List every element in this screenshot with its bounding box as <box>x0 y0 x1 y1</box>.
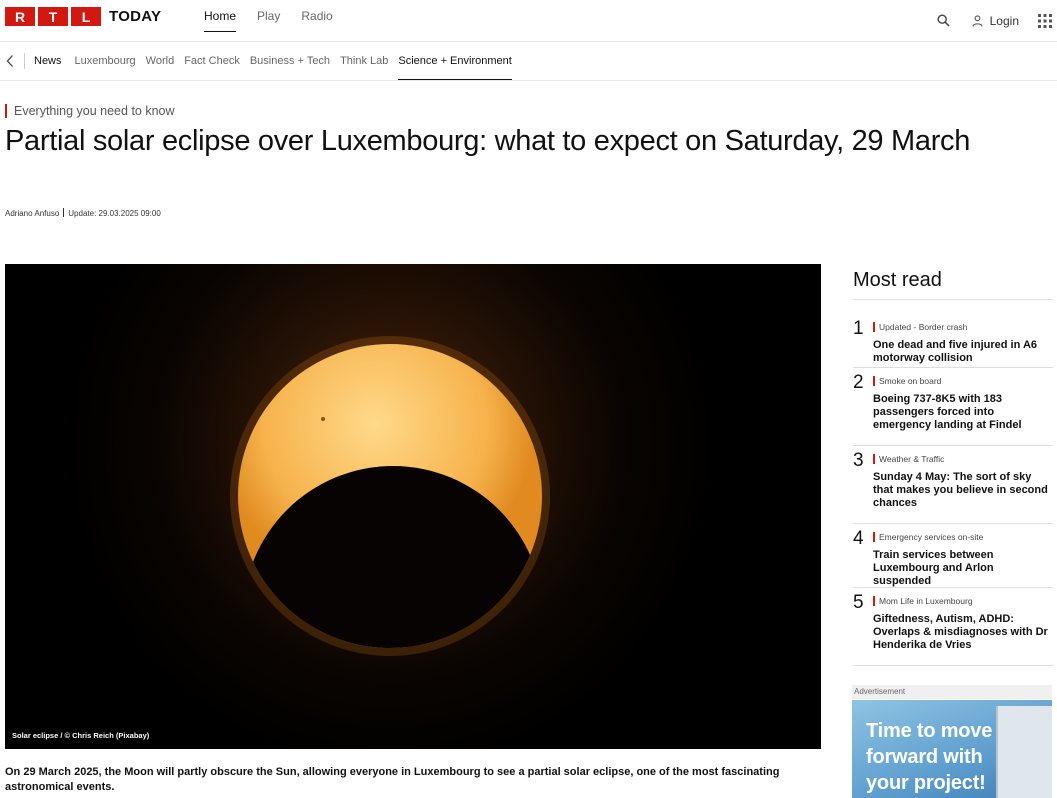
most-read-panel: Most read 1 Updated - Border crash One d… <box>853 269 1053 666</box>
logo-text: TODAY <box>109 8 162 25</box>
item-tag: Updated - Border crash <box>873 322 967 332</box>
article-lead: On 29 March 2025, the Moon will partly o… <box>5 766 780 793</box>
most-read-item[interactable]: 2 Smoke on board Boeing 737-8K5 with 183… <box>853 368 1053 446</box>
eclipse-photo <box>5 264 821 749</box>
item-title[interactable]: Boeing 737-8K5 with 183 passengers force… <box>873 393 1053 432</box>
item-tag: Weather & Traffic <box>873 454 944 464</box>
rank-number: 1 <box>853 318 864 339</box>
apps-grid-icon[interactable] <box>1037 13 1053 29</box>
advertisement-label: Advertisement <box>852 685 1052 699</box>
article-byline: Adriano Anfuso Update: 29.03.2025 09:00 <box>5 208 161 218</box>
login-label: Login <box>989 13 1019 28</box>
logo-letter: R <box>5 7 35 26</box>
subnav-think-lab[interactable]: Think Lab <box>340 42 388 80</box>
most-read-heading: Most read <box>853 269 1053 300</box>
subnav-science-environment[interactable]: Science + Environment <box>398 42 512 80</box>
logo-letter: L <box>71 7 101 26</box>
ad-headline: Time to move forward with your project! <box>866 718 992 796</box>
nav-home[interactable]: Home <box>204 0 237 32</box>
most-read-item[interactable]: 5 Mom Life in Luxembourg Giftedness, Aut… <box>853 588 1053 666</box>
subnav-business-tech[interactable]: Business + Tech <box>250 42 330 80</box>
top-header: R T L TODAY Home Play Radio Login <box>0 0 1057 42</box>
update-timestamp: Update: 29.03.2025 09:00 <box>68 209 161 218</box>
most-read-item[interactable]: 1 Updated - Border crash One dead and fi… <box>853 300 1053 368</box>
rtl-today-logo[interactable]: R T L TODAY <box>5 7 161 26</box>
ad-line: forward with <box>866 746 983 768</box>
rank-number: 4 <box>853 528 864 549</box>
main-nav: Home Play Radio <box>204 0 354 41</box>
login-button[interactable]: Login <box>970 13 1019 29</box>
section-nav: News Luxembourg World Fact Check Busines… <box>0 42 1057 81</box>
item-title[interactable]: Train services between Luxembourg and Ar… <box>873 549 1053 588</box>
rank-number: 2 <box>853 372 864 393</box>
logo-letter: T <box>38 7 68 26</box>
subnav-world[interactable]: World <box>146 42 175 80</box>
item-tag: Mom Life in Luxembourg <box>873 596 973 606</box>
section-nav-items: News Luxembourg World Fact Check Busines… <box>34 42 522 80</box>
most-read-item[interactable]: 4 Emergency services on-site Train servi… <box>853 524 1053 588</box>
divider <box>63 208 65 217</box>
ad-line: Time to move <box>866 720 993 742</box>
divider <box>24 53 25 69</box>
image-caption: Solar eclipse / © Chris Reich (Pixabay) <box>12 731 150 740</box>
author-link[interactable]: Adriano Anfuso <box>5 209 59 218</box>
hero-image: Solar eclipse / © Chris Reich (Pixabay) <box>5 264 821 749</box>
search-icon[interactable] <box>936 13 952 29</box>
article-title: Partial solar eclipse over Luxembourg: w… <box>5 125 971 157</box>
rank-number: 3 <box>853 450 864 471</box>
item-tag: Smoke on board <box>873 376 941 386</box>
item-title[interactable]: Sunday 4 May: The sort of sky that makes… <box>873 471 1053 510</box>
article-kicker: Everything you need to know <box>5 104 175 118</box>
building-graphic <box>996 706 1052 798</box>
user-icon <box>970 13 986 29</box>
subnav-luxembourg[interactable]: Luxembourg <box>75 42 136 80</box>
rank-number: 5 <box>853 592 864 613</box>
advertisement-banner[interactable]: Time to move forward with your project! <box>852 700 1052 798</box>
most-read-item[interactable]: 3 Weather & Traffic Sunday 4 May: The so… <box>853 446 1053 524</box>
item-title[interactable]: One dead and five injured in A6 motorway… <box>873 339 1053 365</box>
subnav-news[interactable]: News <box>34 42 62 80</box>
chevron-left-icon[interactable] <box>6 54 18 68</box>
item-tag: Emergency services on-site <box>873 532 983 542</box>
nav-play[interactable]: Play <box>257 0 280 32</box>
ad-line: your project! <box>866 772 986 794</box>
nav-radio[interactable]: Radio <box>301 0 332 32</box>
header-actions: Login <box>936 0 1057 41</box>
subnav-fact-check[interactable]: Fact Check <box>184 42 240 80</box>
item-title[interactable]: Giftedness, Autism, ADHD: Overlaps & mis… <box>873 613 1053 652</box>
